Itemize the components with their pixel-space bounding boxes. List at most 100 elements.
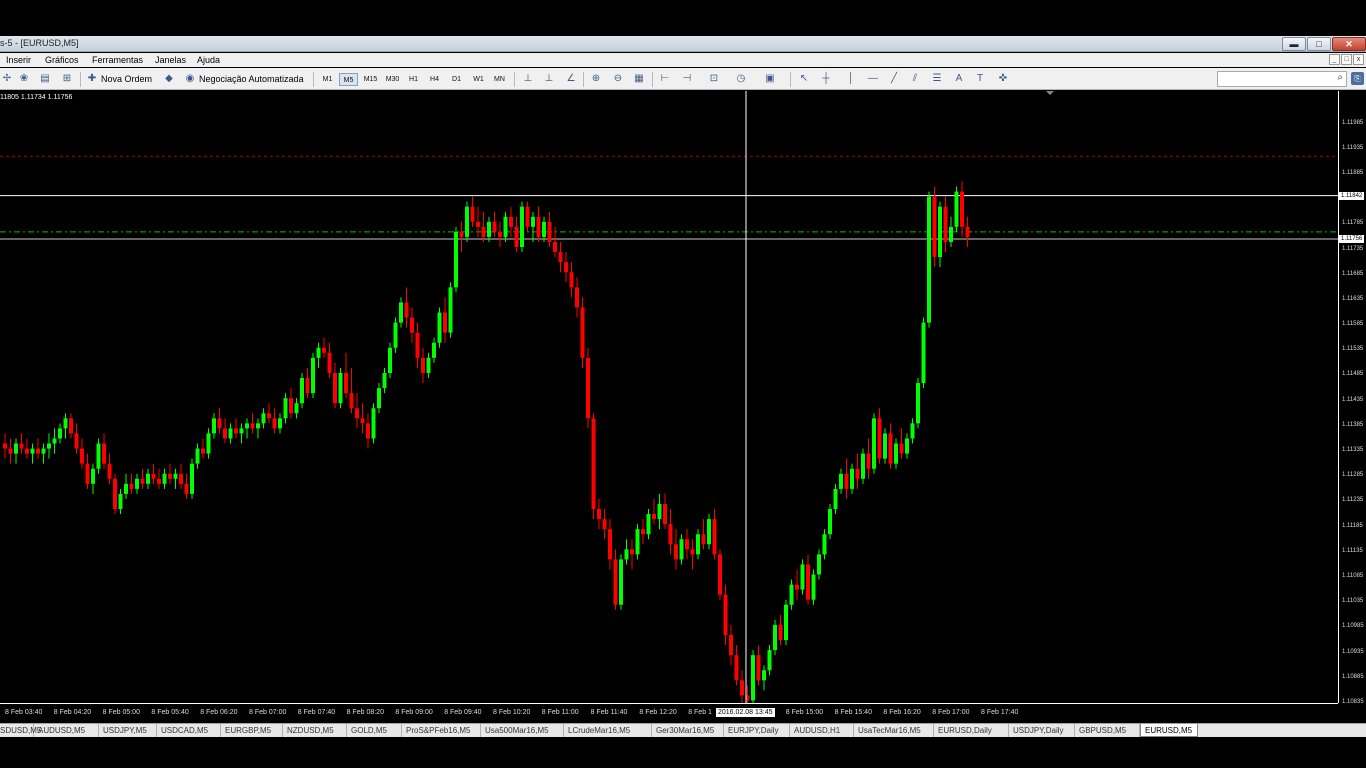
candle-bull [377, 388, 381, 409]
new-chart-icon[interactable]: ✢ [0, 72, 14, 86]
text-icon[interactable]: A [952, 72, 966, 86]
cursor-icon[interactable]: ↖ [797, 72, 811, 86]
candle-bear [366, 423, 370, 439]
new-order-button[interactable]: Nova Ordem [101, 71, 152, 87]
chart-tab[interactable]: LCrudeMar16,M5 [564, 724, 652, 737]
minimize-button[interactable]: ▬ [1282, 37, 1306, 51]
candle-bear [360, 418, 365, 424]
text-label-icon[interactable]: T [973, 72, 987, 86]
toolbar-separator [790, 72, 791, 87]
crosshair-icon[interactable]: ┼ [819, 72, 833, 86]
candle-bear [322, 347, 326, 353]
candle-bear [690, 549, 695, 555]
chart-restore-button[interactable]: □ [1341, 54, 1352, 65]
menu-ajuda[interactable]: Ajuda [197, 55, 220, 65]
candle-bear [107, 463, 112, 479]
auto-trading-icon[interactable]: ◉ [183, 72, 197, 86]
price-chart[interactable] [0, 91, 1338, 703]
menu-inserir[interactable]: Inserir [6, 55, 31, 65]
timeframe-h4[interactable]: H4 [425, 73, 444, 86]
chart-tab[interactable]: USDJPY,M5 [99, 724, 157, 737]
bar-chart-icon[interactable]: ⊥ [521, 72, 535, 86]
tile-windows-icon[interactable]: ▦ [632, 72, 646, 86]
new-order-icon[interactable]: ✚ [85, 72, 99, 86]
chart-tab[interactable]: EURGBP,M5 [221, 724, 283, 737]
timeframe-d1[interactable]: D1 [447, 73, 466, 86]
title-bar[interactable]: s-5 - [EURUSD,M5] ▬ □ ✕ [0, 36, 1366, 52]
candle-bear [327, 352, 332, 373]
horizontal-line-icon[interactable]: — [866, 72, 880, 86]
market-watch-icon[interactable]: ▤ [38, 72, 52, 86]
chart-tab[interactable]: NZDUSD,M5 [283, 724, 347, 737]
line-chart-icon[interactable]: ∠ [564, 72, 578, 86]
toolbar-separator [514, 72, 515, 87]
chart-tab[interactable]: GBPUSD,M5 [1075, 724, 1140, 737]
vertical-line-icon[interactable]: │ [844, 72, 858, 86]
chart-tab[interactable]: Usa500Mar16,M5 [481, 724, 564, 737]
chart-shift-icon[interactable]: ⊢ [658, 72, 672, 86]
time-tick-label: 8 Feb 17:40 [981, 709, 1019, 716]
candle-bear [756, 655, 761, 681]
templates-icon[interactable]: ▣ [763, 72, 777, 86]
chart-tab[interactable]: EURJPY,Daily [724, 724, 790, 737]
chart-tab[interactable]: ProS&PFeb16,M5 [402, 724, 481, 737]
timeframe-m5[interactable]: M5 [339, 73, 358, 86]
timeframe-m15[interactable]: M15 [361, 73, 380, 86]
chart-tab[interactable]: GOLD,M5 [347, 724, 402, 737]
autoscroll-icon[interactable]: ⊣ [680, 72, 694, 86]
timeframe-h1[interactable]: H1 [404, 73, 423, 86]
chart-tab[interactable]: EURUSD,Daily [934, 724, 1009, 737]
trendline-icon[interactable]: ╱ [887, 72, 901, 86]
close-button[interactable]: ✕ [1332, 37, 1366, 51]
fibonacci-icon[interactable]: ☰ [930, 72, 944, 86]
time-tick-label: 8 Feb 11:00 [541, 709, 579, 716]
candle-bear [267, 413, 271, 419]
candle-bull [762, 670, 766, 681]
zoom-out-icon[interactable]: ⊖ [611, 72, 625, 86]
chart-tab[interactable]: EURUSD,M5 [1140, 724, 1198, 737]
chart-tab[interactable]: SDUSD,M5 [0, 724, 41, 737]
candlesticks-icon[interactable]: ⊥ [542, 72, 556, 86]
chart-tab[interactable]: USDCAD,M5 [157, 724, 221, 737]
chart-tab[interactable]: AUDUSD,H1 [790, 724, 854, 737]
zoom-in-icon[interactable]: ⊕ [589, 72, 603, 86]
candle-bear [943, 206, 948, 242]
timeframe-w1[interactable]: W1 [469, 73, 488, 86]
time-tick-label: 8 Feb 05:00 [102, 709, 140, 716]
price-tick-label: 1.11885 [1342, 169, 1364, 176]
maximize-button[interactable]: □ [1307, 37, 1331, 51]
indicators-icon[interactable]: ⊡ [707, 72, 721, 86]
candle-bear [344, 372, 348, 394]
chart-tab[interactable]: UsaTecMar16,M5 [854, 724, 934, 737]
periods-icon[interactable]: ◷ [734, 72, 748, 86]
arrows-icon[interactable]: ✜ [996, 72, 1010, 86]
menu-ferramentas[interactable]: Ferramentas [92, 55, 143, 65]
chart-tab[interactable]: AUDUSD,M5 [34, 724, 99, 737]
chart-close-button[interactable]: x [1353, 54, 1364, 65]
auto-trading-button[interactable]: Negociação Automatizada [199, 71, 304, 87]
chart-area[interactable]: 11805 1.11734 1.11756 1.11985 1.11935 1.11… [0, 91, 1366, 723]
candle-bear [184, 483, 189, 494]
search-icon[interactable]: ⌕ [1337, 72, 1343, 83]
chart-tab[interactable]: USDJPY,Daily [1009, 724, 1075, 737]
chart-minimize-button[interactable]: _ [1329, 54, 1340, 65]
time-tick-label: 8 Feb 03:40 [5, 709, 43, 716]
expert-icon[interactable]: ◆ [162, 72, 176, 86]
navigator-icon[interactable]: ⊞ [60, 72, 74, 86]
candle-bull [454, 231, 458, 288]
menu-graficos[interactable]: Gráficos [45, 55, 79, 65]
candle-bear [558, 252, 563, 263]
time-tick-label: 8 Feb 1 [688, 709, 712, 716]
timeframe-m30[interactable]: M30 [383, 73, 402, 86]
profiles-icon[interactable]: ❀ [17, 72, 31, 86]
candle-bull [239, 428, 244, 434]
signals-icon[interactable]: ⎘ [1351, 72, 1364, 85]
chart-tab[interactable]: Ger30Mar16,M5 [652, 724, 724, 737]
search-input[interactable] [1217, 71, 1347, 87]
timeframe-m1[interactable]: M1 [318, 73, 337, 86]
timeframe-mn[interactable]: MN [490, 73, 509, 86]
candle-bull [503, 216, 508, 237]
menu-janelas[interactable]: Janelas [155, 55, 186, 65]
candle-bear [157, 478, 161, 484]
equidistant-channel-icon[interactable]: ⫽ [908, 72, 922, 86]
